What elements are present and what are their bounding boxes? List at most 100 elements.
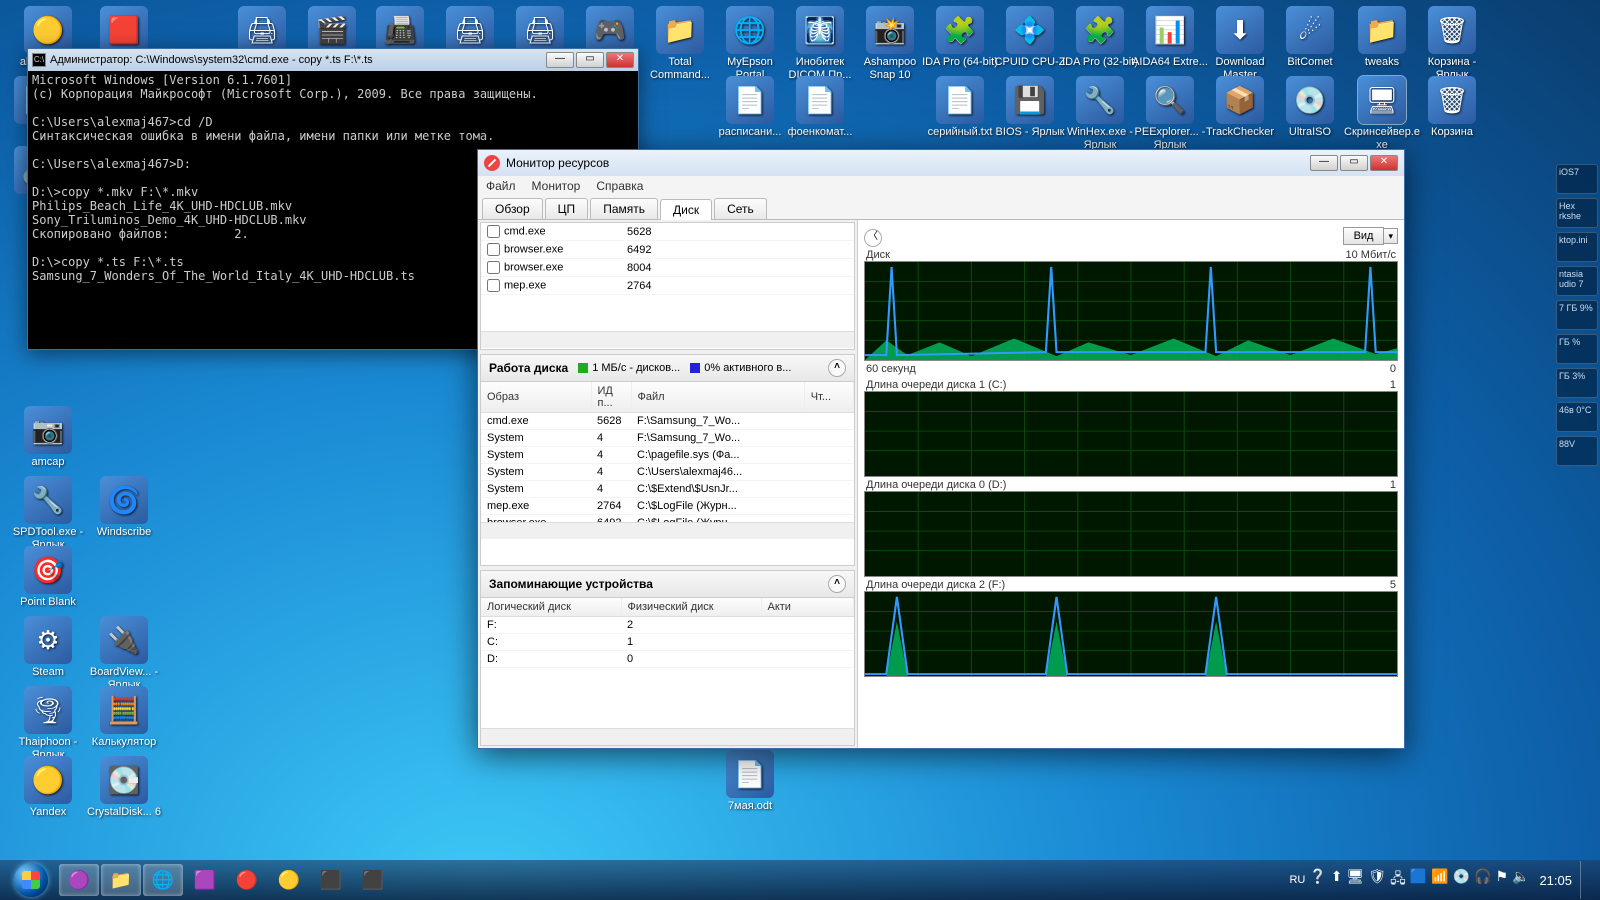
gadget-chip[interactable]: ktop.ini: [1556, 232, 1598, 262]
process-checkbox[interactable]: [487, 243, 500, 256]
taskbar-app[interactable]: 🟡: [269, 864, 309, 896]
desktop-icon[interactable]: 🗑Корзина: [1414, 76, 1490, 139]
view-button[interactable]: Вид: [1343, 227, 1385, 245]
desktop-icon[interactable]: 📊AIDA64 Extre...: [1132, 6, 1208, 69]
tray-icon[interactable]: 📶: [1431, 868, 1448, 892]
process-table[interactable]: cmd.exe5628browser.exe6492browser.exe800…: [481, 223, 854, 295]
tray-icon[interactable]: 💿: [1453, 868, 1470, 892]
desktop-icon[interactable]: ⬇Download Master: [1202, 6, 1278, 81]
storage-header[interactable]: Запоминающие устройства ˄: [481, 571, 854, 598]
disk-row[interactable]: System4F:\Samsung_7_Wo...: [481, 430, 854, 447]
process-row[interactable]: mep.exe2764: [481, 277, 854, 295]
scrollbar-horizontal[interactable]: [481, 331, 854, 348]
process-checkbox[interactable]: [487, 279, 500, 292]
taskbar-app[interactable]: ⬛: [311, 864, 351, 896]
disk-row[interactable]: browser.exe6492C:\$LogFile (Журн...: [481, 515, 854, 523]
scrollbar-horizontal[interactable]: [481, 728, 854, 745]
taskbar-app[interactable]: 📁: [101, 864, 141, 896]
taskbar-app[interactable]: 🌐: [143, 864, 183, 896]
maximize-button[interactable]: ▭: [576, 52, 604, 68]
language-indicator[interactable]: RU: [1289, 874, 1305, 886]
close-button[interactable]: ✕: [1370, 155, 1398, 171]
process-checkbox[interactable]: [487, 225, 500, 238]
storage-row[interactable]: F:2: [481, 617, 854, 634]
desktop-icon[interactable]: 📄серийный.txt: [922, 76, 998, 139]
tray-icon[interactable]: 🎧: [1474, 868, 1491, 892]
desktop-icon[interactable]: 💾BIOS - Ярлык: [992, 76, 1068, 139]
gadget-chip[interactable]: 88V: [1556, 436, 1598, 466]
desktop-icon[interactable]: 🌪Thaiphoon - Ярлык: [10, 686, 86, 761]
desktop-icon[interactable]: 🔧WinHex.exe - Ярлык: [1062, 76, 1138, 151]
desktop-icon[interactable]: 📁Total Command...: [642, 6, 718, 81]
desktop-icon[interactable]: 🩻Инобитек DICOM Пр...: [782, 6, 858, 81]
storage-table[interactable]: Логический дискФизический дискАктиF:2C:1…: [481, 598, 854, 668]
taskbar-app[interactable]: 🟪: [185, 864, 225, 896]
column-header[interactable]: Физический диск: [621, 598, 761, 617]
column-header[interactable]: Файл: [631, 382, 804, 413]
column-header[interactable]: Логический диск: [481, 598, 621, 617]
disk-row[interactable]: cmd.exe5628F:\Samsung_7_Wo...: [481, 413, 854, 430]
gadget-chip[interactable]: Hex rkshe: [1556, 198, 1598, 228]
taskbar-app[interactable]: 🔴: [227, 864, 267, 896]
tray-icon[interactable]: ⚑: [1495, 868, 1508, 892]
dropdown-arrow-icon[interactable]: ▾: [1384, 228, 1398, 244]
resmon-menubar[interactable]: ФайлМониторСправка: [478, 176, 1404, 196]
process-row[interactable]: browser.exe8004: [481, 259, 854, 277]
system-tray[interactable]: RU ❔⬆🖥🛡🖧🟦📶💿🎧⚑🔈 21:05: [1289, 861, 1596, 899]
desktop-icon[interactable]: 📄фоенкомат...: [782, 76, 858, 139]
collapse-button[interactable]: ˄: [828, 575, 846, 593]
clock[interactable]: 21:05: [1539, 873, 1572, 888]
desktop-icon[interactable]: 💠CPUID CPU-Z: [992, 6, 1068, 69]
tab-ЦП[interactable]: ЦП: [545, 198, 589, 219]
desktop-icon[interactable]: 🔍PEExplorer... - Ярлык: [1132, 76, 1208, 151]
disk-activity-table[interactable]: ОбразИД п...ФайлЧт...cmd.exe5628F:\Samsu…: [481, 382, 854, 522]
view-dropdown[interactable]: Вид▾: [1343, 226, 1398, 245]
process-checkbox[interactable]: [487, 261, 500, 274]
disk-activity-header[interactable]: Работа диска 1 МБ/с - дисков... 0% актив…: [481, 355, 854, 382]
resmon-tabs[interactable]: ОбзорЦППамятьДискСеть: [478, 196, 1404, 220]
gadget-chip[interactable]: 7 ГБ 9%: [1556, 300, 1598, 330]
desktop-icon[interactable]: 🧩IDA Pro (64-bit): [922, 6, 998, 69]
tray-icon[interactable]: ❔: [1309, 868, 1326, 892]
tray-icon[interactable]: 🔈: [1512, 868, 1529, 892]
desktop-icon[interactable]: 🔌BoardView... - Ярлык: [86, 616, 162, 691]
scrollbar-horizontal[interactable]: [481, 522, 854, 539]
show-desktop-button[interactable]: [1580, 861, 1590, 899]
desktop-icon[interactable]: 🌐MyEpson Portal: [712, 6, 788, 81]
close-button[interactable]: ✕: [606, 52, 634, 68]
collapse-button[interactable]: ˄: [828, 359, 846, 377]
desktop-icon[interactable]: 🟡Yandex: [10, 756, 86, 819]
maximize-button[interactable]: ▭: [1340, 155, 1368, 171]
menu-item[interactable]: Файл: [486, 179, 516, 193]
tray-icon[interactable]: ⬆: [1331, 868, 1343, 892]
collapse-graph-button[interactable]: 〈: [864, 229, 882, 247]
gadget-chip[interactable]: ntasia udio 7: [1556, 266, 1598, 296]
disk-row[interactable]: System4C:\Users\alexmaj46...: [481, 464, 854, 481]
gadget-chip[interactable]: ГБ %: [1556, 334, 1598, 364]
desktop-icon[interactable]: 🎯Point Blank: [10, 546, 86, 609]
desktop-icon[interactable]: 📷amcap: [10, 406, 86, 469]
tab-Обзор[interactable]: Обзор: [482, 198, 543, 219]
column-header[interactable]: Акти: [761, 598, 854, 617]
process-row[interactable]: cmd.exe5628: [481, 223, 854, 241]
desktop-icon[interactable]: 📄7мая.odt: [712, 750, 788, 813]
desktop-icon[interactable]: 📄расписани...: [712, 76, 788, 139]
menu-item[interactable]: Монитор: [532, 179, 581, 193]
desktop-icon[interactable]: 💿UltraISO: [1272, 76, 1348, 139]
tab-Память[interactable]: Память: [590, 198, 658, 219]
tray-icon[interactable]: 🟦: [1410, 868, 1427, 892]
start-button[interactable]: [4, 861, 58, 899]
desktop-icon[interactable]: 📦TrackChecker: [1202, 76, 1278, 139]
tab-Диск[interactable]: Диск: [660, 199, 712, 220]
column-header[interactable]: ИД п...: [591, 382, 631, 413]
desktop-icon[interactable]: 🖥Скринсейвер.exe: [1344, 76, 1420, 151]
storage-row[interactable]: D:0: [481, 651, 854, 668]
desktop-icon[interactable]: 🧮Калькулятор: [86, 686, 162, 749]
desktop-icon[interactable]: 🔧SPDTool.exe - Ярлык: [10, 476, 86, 551]
disk-row[interactable]: System4C:\pagefile.sys (Фа...: [481, 447, 854, 464]
desktop-icon[interactable]: ☄BitComet: [1272, 6, 1348, 69]
minimize-button[interactable]: —: [546, 52, 574, 68]
desktop-icon[interactable]: 🗑Корзина - Ярлык: [1414, 6, 1490, 81]
column-header[interactable]: Образ: [481, 382, 591, 413]
desktop-icon[interactable]: 🧩IDA Pro (32-bit): [1062, 6, 1138, 69]
